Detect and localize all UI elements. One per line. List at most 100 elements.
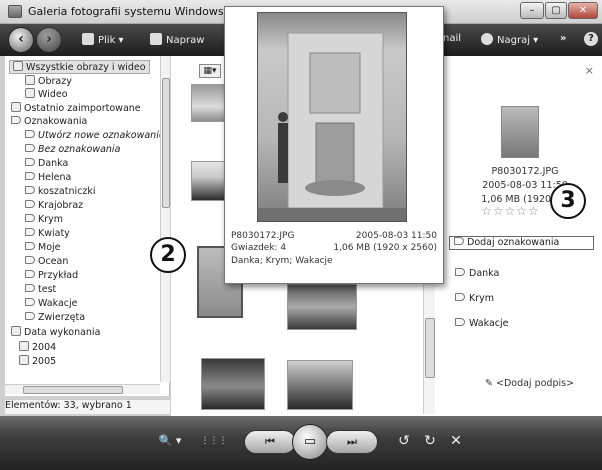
sidebar-horizontal-scrollbar[interactable]: [5, 384, 160, 394]
tree-item-tag[interactable]: Moje: [25, 242, 61, 253]
tree-item-label: Helena: [38, 172, 72, 183]
import-icon: [11, 102, 21, 112]
tree-item-all-images[interactable]: Wszystkie obrazy i wideo: [9, 60, 150, 74]
tag-label: Krym: [469, 293, 495, 304]
maximize-button[interactable]: ▢: [545, 2, 567, 19]
scrollbar-thumb[interactable]: [425, 318, 435, 378]
tree-item-tag[interactable]: Kwiaty: [25, 228, 70, 239]
tree-item-label: Kwiaty: [38, 228, 70, 239]
tag-label: Danka: [469, 268, 500, 279]
tree-item-label: Krym: [38, 214, 64, 225]
calendar-icon: [11, 326, 21, 336]
burn-menu-button[interactable]: Nagraj ▾: [481, 33, 538, 46]
photo-thumbnail[interactable]: [287, 284, 357, 330]
folder-icon: [13, 61, 23, 71]
tree-item-label: Ostatnio zaimportowane: [24, 103, 141, 114]
burn-label: Nagraj ▾: [497, 35, 539, 46]
tree-item-untagged[interactable]: Bez oznakowania: [25, 144, 120, 155]
tree-item-label: Danka: [38, 158, 69, 169]
tree-item-tag[interactable]: test: [25, 284, 56, 295]
window-title: Galeria fotografii systemu Windows: [28, 5, 224, 18]
preview-size: 1,06 MB (1920 x 2560): [333, 243, 437, 253]
tree-item-year[interactable]: 2004: [19, 341, 56, 353]
tree-item-date-taken[interactable]: Data wykonania: [11, 326, 100, 338]
tree-item-label: Zwierzęta: [38, 312, 86, 323]
rotate-clockwise-button[interactable]: ↻: [418, 430, 442, 454]
tree-item-label: Przykład: [38, 270, 79, 281]
fix-button[interactable]: Napraw: [150, 33, 204, 46]
view-options-button[interactable]: ▦▾: [199, 64, 221, 78]
tree-item-label: koszatniczki: [38, 186, 96, 197]
photo-thumbnail[interactable]: [287, 360, 353, 410]
file-menu-label: Plik ▾: [98, 35, 124, 46]
sidebar-vertical-scrollbar[interactable]: [160, 56, 170, 382]
tag-icon: [25, 172, 35, 180]
tree-item-label: 2005: [32, 356, 57, 366]
tree-item-tag[interactable]: Danka: [25, 158, 68, 169]
preview-photo-scene: [258, 32, 406, 221]
add-tags-field[interactable]: Dodaj oznakowania: [449, 236, 594, 250]
caption-label: <Dodaj podpis>: [495, 378, 575, 389]
photo-preview-tooltip: P8030172.JPG 2005-08-03 11:50 Gwiazdek: …: [224, 6, 444, 284]
playback-control-bar: 🔍 ▾ ⋮⋮⋮ ⏮ ▭ ⏭ ↺ ↻ ✕: [0, 416, 602, 470]
info-pane: × P8030172.JPG 2005-08-03 11:50 1,06 MB …: [435, 56, 602, 416]
email-button[interactable]: nail: [443, 33, 461, 44]
tree-item-label: Ocean: [38, 256, 69, 267]
tree-item-tag[interactable]: Zwierzęta: [25, 312, 85, 323]
tree-item-video[interactable]: Wideo: [25, 88, 68, 100]
next-button[interactable]: ⏭: [326, 430, 378, 454]
new-tag-icon: [25, 130, 35, 138]
navigation-pane: Wszystkie obrazy i wideo Obrazy Wideo Os…: [5, 56, 170, 396]
tree-item-tag[interactable]: koszatniczki: [25, 186, 95, 197]
tree-item-tag[interactable]: Krajobraz: [25, 200, 83, 211]
delete-button[interactable]: ✕: [444, 430, 468, 454]
file-menu-button[interactable]: Plik ▾: [82, 33, 124, 46]
tag-icon: [25, 256, 35, 264]
back-button[interactable]: ‹: [8, 27, 34, 53]
file-icon: [82, 33, 94, 45]
close-info-pane-button[interactable]: ×: [585, 64, 594, 77]
previous-button[interactable]: ⏮: [244, 430, 296, 454]
tree-item-tag[interactable]: Przykład: [25, 270, 78, 281]
rating-stars[interactable]: ☆☆☆☆☆: [481, 204, 540, 218]
actual-size-button[interactable]: ⋮⋮⋮: [200, 430, 228, 454]
tree-item-tag[interactable]: Ocean: [25, 256, 68, 267]
tree-item-tag[interactable]: Krym: [25, 214, 63, 225]
preview-rating: Gwiazdek: 4: [231, 243, 287, 253]
tree-item-year[interactable]: 2005: [19, 355, 56, 366]
help-button[interactable]: ?: [584, 32, 598, 46]
tree-item-label: Data wykonania: [24, 327, 101, 338]
scrollbar-thumb[interactable]: [23, 386, 123, 394]
tree-item-create-tag[interactable]: Utwórz nowe oznakowanie: [25, 130, 165, 141]
add-caption-field[interactable]: ✎ <Dodaj podpis>: [485, 378, 574, 389]
tree-item-label: Bez oznakowania: [38, 144, 121, 155]
tree-item-label: Moje: [38, 242, 61, 253]
pictures-icon: [25, 75, 35, 85]
calendar-icon: [19, 355, 29, 365]
callout-marker: 3: [550, 183, 586, 219]
scrollbar-thumb[interactable]: [162, 78, 170, 208]
tree-item-images[interactable]: Obrazy: [25, 75, 72, 87]
tree-item-recent-imports[interactable]: Ostatnio zaimportowane: [11, 102, 141, 114]
zoom-button[interactable]: 🔍 ▾: [152, 430, 188, 454]
untagged-icon: [25, 144, 35, 152]
tree-item-tag[interactable]: Wakacje: [25, 298, 77, 309]
more-commands-button[interactable]: »: [560, 33, 566, 44]
rotate-counterclockwise-button[interactable]: ↺: [392, 430, 416, 454]
tag-entry[interactable]: Krym: [455, 293, 494, 304]
slideshow-button[interactable]: ▭: [292, 424, 328, 460]
detail-filename: P8030172.JPG: [491, 166, 559, 177]
photo-thumbnail[interactable]: [201, 358, 265, 410]
minimize-button[interactable]: –: [520, 2, 544, 19]
tag-entry[interactable]: Danka: [455, 268, 499, 279]
tree-item-label: Wideo: [38, 89, 68, 100]
tree-item-tag[interactable]: Helena: [25, 172, 71, 183]
tree-item-label: Utwórz nowe oznakowanie: [38, 130, 165, 141]
close-window-button[interactable]: ✕: [568, 2, 598, 19]
tree-item-tags[interactable]: Oznakowania: [11, 116, 87, 127]
tag-entry[interactable]: Wakacje: [455, 318, 508, 329]
forward-button[interactable]: ›: [36, 27, 62, 53]
tag-icon: [25, 214, 35, 222]
tag-icon: [455, 293, 465, 301]
tag-icon: [25, 312, 35, 320]
